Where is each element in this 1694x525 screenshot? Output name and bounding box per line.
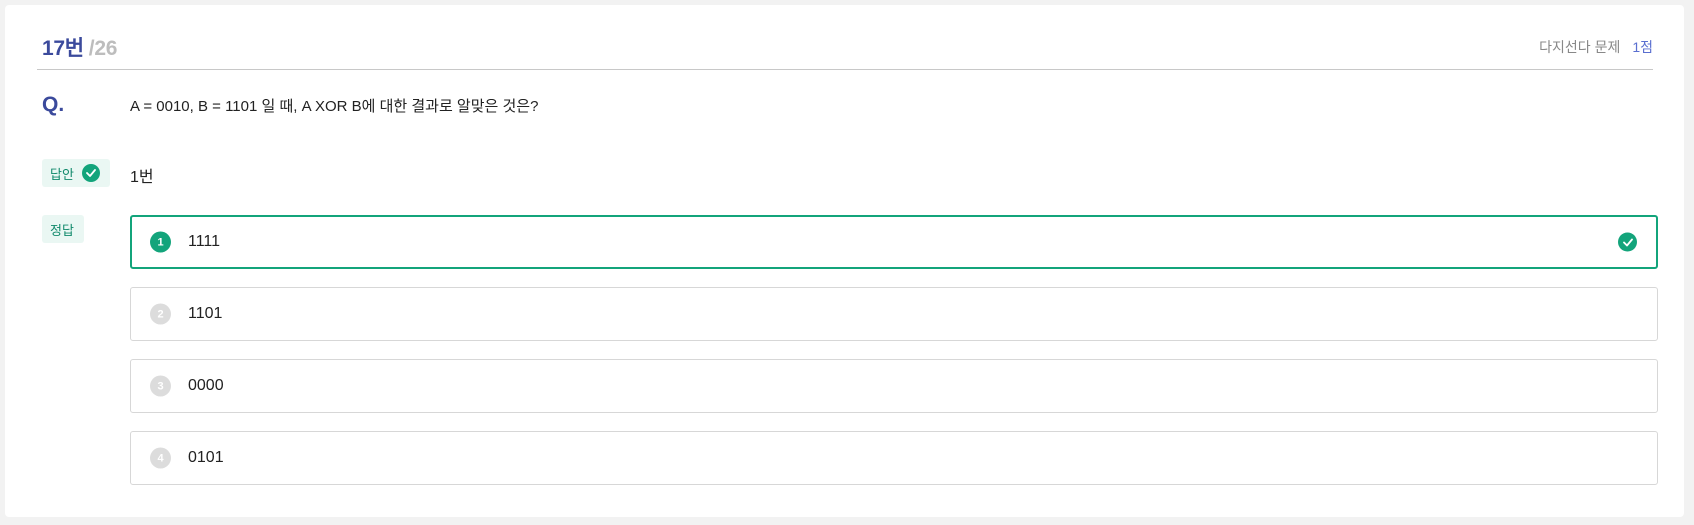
- question-counter: 17번/26: [42, 32, 117, 62]
- question-text: A = 0010, B = 1101 일 때, A XOR B에 대한 결과로 …: [130, 98, 539, 115]
- option-text: 0101: [188, 449, 224, 466]
- option-text: 0000: [188, 377, 224, 394]
- option-1[interactable]: 1 1111: [130, 215, 1658, 269]
- options-list: 1 1111 2 1101 3 0000 4 0101: [130, 215, 1658, 503]
- current-question-number: 17번: [42, 37, 84, 60]
- correct-answer-tag: 정답: [42, 215, 84, 243]
- submitted-answer-tag: 답안: [42, 159, 110, 187]
- option-text: 1111: [188, 233, 221, 250]
- option-3[interactable]: 3 0000: [130, 359, 1658, 413]
- correct-answer-label: 정답: [50, 222, 74, 238]
- option-4[interactable]: 4 0101: [130, 431, 1658, 485]
- question-points: 1점: [1632, 39, 1653, 55]
- question-card: 17번/26 다지선다 문제 1점 Q. A = 0010, B = 1101 일…: [5, 5, 1684, 517]
- total-questions: /26: [88, 37, 118, 60]
- submitted-answer-value: 1번: [130, 169, 154, 186]
- option-number-badge: 4: [150, 447, 171, 469]
- option-text: 1101: [188, 305, 223, 322]
- question-label: Q.: [42, 93, 65, 116]
- option-number-badge: 2: [150, 303, 171, 325]
- question-header: 17번/26 다지선다 문제 1점: [37, 27, 1653, 70]
- option-number-badge: 3: [150, 375, 171, 397]
- check-circle-icon: [1618, 232, 1637, 252]
- option-2[interactable]: 2 1101: [130, 287, 1658, 341]
- question-meta: 다지선다 문제 1점: [1539, 37, 1653, 57]
- question-type: 다지선다 문제: [1539, 39, 1621, 55]
- option-number-badge: 1: [150, 231, 171, 253]
- check-circle-icon: [81, 164, 100, 182]
- submitted-answer-label: 답안: [50, 166, 74, 182]
